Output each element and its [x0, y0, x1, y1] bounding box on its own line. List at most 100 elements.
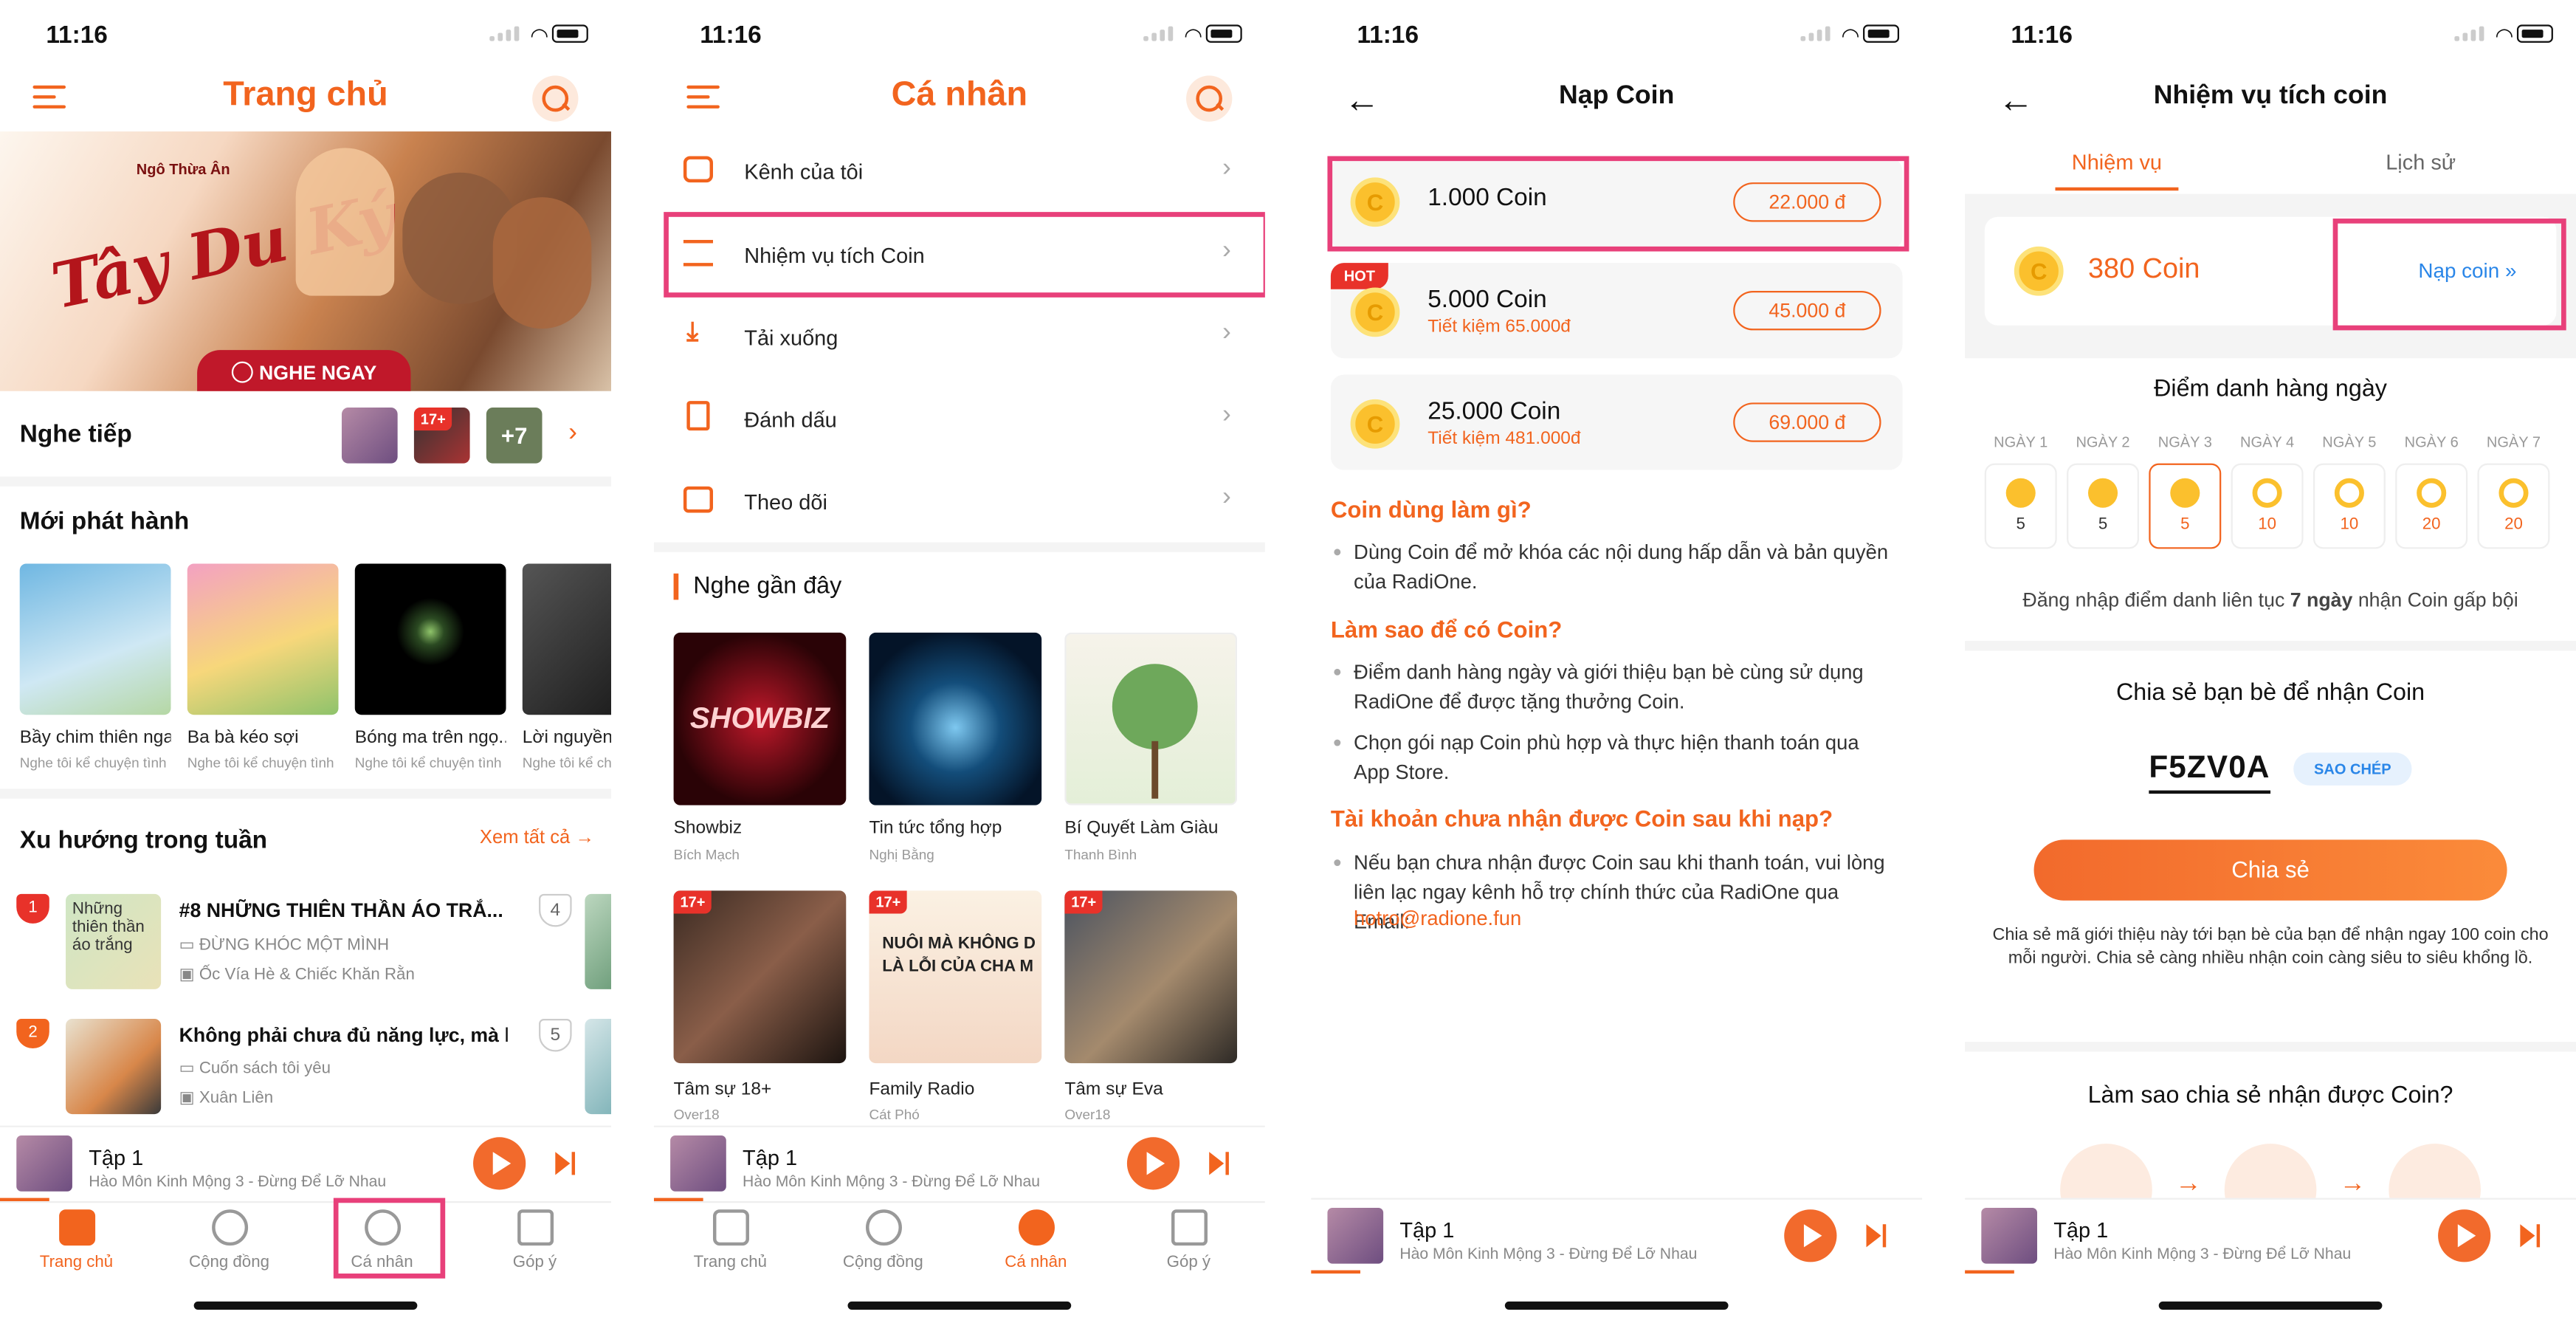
skip-next-icon[interactable] — [1209, 1150, 1236, 1177]
player-title: Tập 1 — [2053, 1217, 2109, 1243]
status-time: 11:16 — [46, 21, 108, 49]
age-badge: 17+ — [413, 407, 452, 431]
coin-icon — [1350, 287, 1400, 337]
trending-item-sub: ▣ Ốc Vía Hè & Chiếc Khăn Rằn — [179, 966, 415, 984]
package-price-button[interactable]: 45.000 đ — [1733, 290, 1881, 331]
recent-cover[interactable] — [869, 632, 1042, 805]
mini-player[interactable]: Tập 1 Hào Môn Kinh Mộng 3 - Đừng Để Lỡ N… — [653, 1125, 1265, 1202]
skip-next-icon[interactable] — [2520, 1223, 2546, 1249]
menu-item-downloads[interactable]: ⤓ Tải xuống › — [654, 296, 1265, 378]
listen-now-button[interactable]: NGHE NGAY — [197, 350, 411, 391]
menu-label: Tải xuống — [744, 325, 838, 351]
copy-button[interactable]: SAO CHÉP — [2293, 752, 2412, 786]
chevron-right-icon[interactable]: › — [568, 419, 577, 449]
recent-sub: Thanh Bình — [1064, 846, 1137, 863]
tab-feedback[interactable]: Góp ý — [1112, 1209, 1265, 1272]
screen-home: 11:16 ◠ Trang chủ Tây Du Ký Ngô Thừa Ân … — [0, 0, 611, 1323]
search-icon[interactable] — [532, 75, 579, 122]
new-release-sub: Nghe tôi kể chu — [522, 754, 611, 771]
trending-cover[interactable] — [585, 1018, 611, 1115]
play-button[interactable] — [1126, 1137, 1180, 1190]
faq-answer: Điểm danh hàng ngày và giới thiệu bạn bè… — [1334, 657, 1896, 716]
play-button[interactable] — [2438, 1209, 2491, 1262]
money-tree-art — [1112, 664, 1198, 749]
search-icon[interactable] — [1186, 75, 1233, 122]
trending-cover[interactable] — [585, 893, 611, 989]
new-release-title-text: Bóng ma trên ngọ... — [354, 728, 506, 748]
mini-player[interactable]: Tập 1 Hào Môn Kinh Mộng 3 - Đừng Để Lỡ N… — [1965, 1197, 2576, 1274]
package-coins: 25.000 Coin — [1428, 397, 1561, 426]
coin-icon — [2498, 478, 2529, 508]
recent-title-text: Family Radio — [869, 1079, 975, 1100]
mini-player[interactable]: Tập 1 Hào Môn Kinh Mộng 3 - Đừng Để Lỡ N… — [0, 1125, 611, 1202]
trending-item-title[interactable]: Không phải chưa đủ năng lực, mà l... — [179, 1024, 508, 1047]
recent-cover[interactable]: 17+ — [1064, 890, 1238, 1064]
recent-cover[interactable]: SHOWBIZ — [673, 632, 847, 805]
day-label: NGÀY 6 — [2404, 433, 2459, 450]
battery-icon — [1863, 24, 1900, 43]
menu-item-my-channel[interactable]: Kênh của tôi › — [654, 131, 1265, 213]
tab-community[interactable]: Cộng đồng — [153, 1209, 306, 1272]
new-release-cover[interactable] — [19, 563, 171, 715]
share-button[interactable]: Chia sẻ — [2033, 839, 2507, 901]
recent-cover[interactable]: 17+ — [673, 890, 847, 1064]
chevron-right-icon: › — [1222, 154, 1231, 183]
streak-note: Đăng nhập điểm danh liên tục 7 ngày nhận… — [1965, 588, 2576, 611]
skip-next-icon[interactable] — [1866, 1223, 1893, 1249]
package-coins: 5.000 Coin — [1428, 286, 1547, 315]
tab-history[interactable]: Lịch sử — [2359, 150, 2482, 174]
tab-indicator — [2055, 187, 2179, 191]
see-all-link[interactable]: Xem tất cả → — [480, 828, 594, 848]
divider — [0, 476, 611, 487]
page-title: Cá nhân — [891, 75, 1028, 114]
day-cell: 20 — [2395, 463, 2468, 549]
recent-cover[interactable] — [1064, 632, 1238, 805]
new-release-cover[interactable] — [354, 563, 506, 715]
tab-community[interactable]: Cộng đồng — [807, 1209, 960, 1272]
skip-next-icon[interactable] — [555, 1150, 582, 1177]
package-price-button[interactable]: 69.000 đ — [1733, 402, 1881, 442]
trending-cover[interactable]: Những thiên thần áo trắng — [66, 893, 162, 989]
home-indicator — [1504, 1301, 1729, 1310]
continue-thumb[interactable] — [341, 407, 398, 464]
tab-home[interactable]: Trang chủ — [654, 1209, 807, 1272]
recent-cover[interactable]: 17+ NUÔI MÀ KHÔNG D LÀ LỖI CỦA CHA M — [869, 890, 1042, 1064]
mini-player[interactable]: Tập 1 Hào Môn Kinh Mộng 3 - Đừng Để Lỡ N… — [1311, 1197, 1923, 1274]
menu-label: Đánh dấu — [744, 407, 837, 433]
tab-feedback[interactable]: Góp ý — [458, 1209, 611, 1272]
play-button[interactable] — [1784, 1209, 1837, 1262]
recent-title-text: Tin tức tổng hợp — [869, 818, 1002, 839]
home-icon — [712, 1209, 748, 1246]
day-cell-today[interactable]: 5 — [2149, 463, 2222, 549]
age-badge: 17+ — [1064, 890, 1103, 914]
trending-title: Xu hướng trong tuần — [19, 826, 268, 855]
hero-banner[interactable]: Tây Du Ký Ngô Thừa Ân NGHE NGAY — [0, 131, 611, 391]
tab-profile[interactable]: Cá nhân — [960, 1209, 1112, 1272]
coin-package[interactable]: 25.000 Coin Tiết kiệm 481.000đ 69.000 đ — [1330, 374, 1903, 470]
new-release-cover[interactable] — [522, 563, 611, 715]
play-button[interactable] — [473, 1137, 526, 1190]
new-release-cover[interactable] — [187, 563, 339, 715]
tab-tasks[interactable]: Nhiệm vụ — [2055, 150, 2178, 174]
download-icon: ⤓ — [686, 318, 699, 347]
player-subtitle: Hào Môn Kinh Mộng 3 - Đừng Để Lỡ Nhau — [743, 1173, 1041, 1192]
trending-cover[interactable] — [66, 1018, 162, 1115]
support-email-link[interactable]: hotro@radione.fun — [1354, 907, 1521, 930]
battery-icon — [1205, 24, 1242, 43]
day-label: NGÀY 3 — [2157, 433, 2212, 450]
tab-label: Cá nhân — [1005, 1254, 1067, 1272]
player-title: Tập 1 — [89, 1145, 144, 1170]
menu-item-following[interactable]: Theo dõi › — [654, 460, 1265, 542]
continue-more[interactable]: +7 — [486, 407, 543, 464]
tab-home[interactable]: Trang chủ — [0, 1209, 153, 1272]
continue-thumb[interactable]: 17+ — [413, 407, 470, 464]
coin-icon — [2334, 478, 2364, 508]
menu-item-bookmarks[interactable]: Đánh dấu › — [654, 378, 1265, 460]
new-release-title: Mới phát hành — [19, 507, 190, 536]
day-value: 20 — [2422, 515, 2441, 535]
trending-item-title[interactable]: #8 NHỮNG THIÊN THẦN ÁO TRẮ... — [179, 899, 508, 922]
new-release-sub: Nghe tôi kể chuyện tình — [19, 754, 167, 771]
continue-title: Nghe tiếp — [19, 420, 132, 449]
new-release-title-text: Bầy chim thiên nga — [19, 728, 171, 748]
coin-package[interactable]: HOT 5.000 Coin Tiết kiệm 65.000đ 45.000 … — [1330, 263, 1903, 359]
